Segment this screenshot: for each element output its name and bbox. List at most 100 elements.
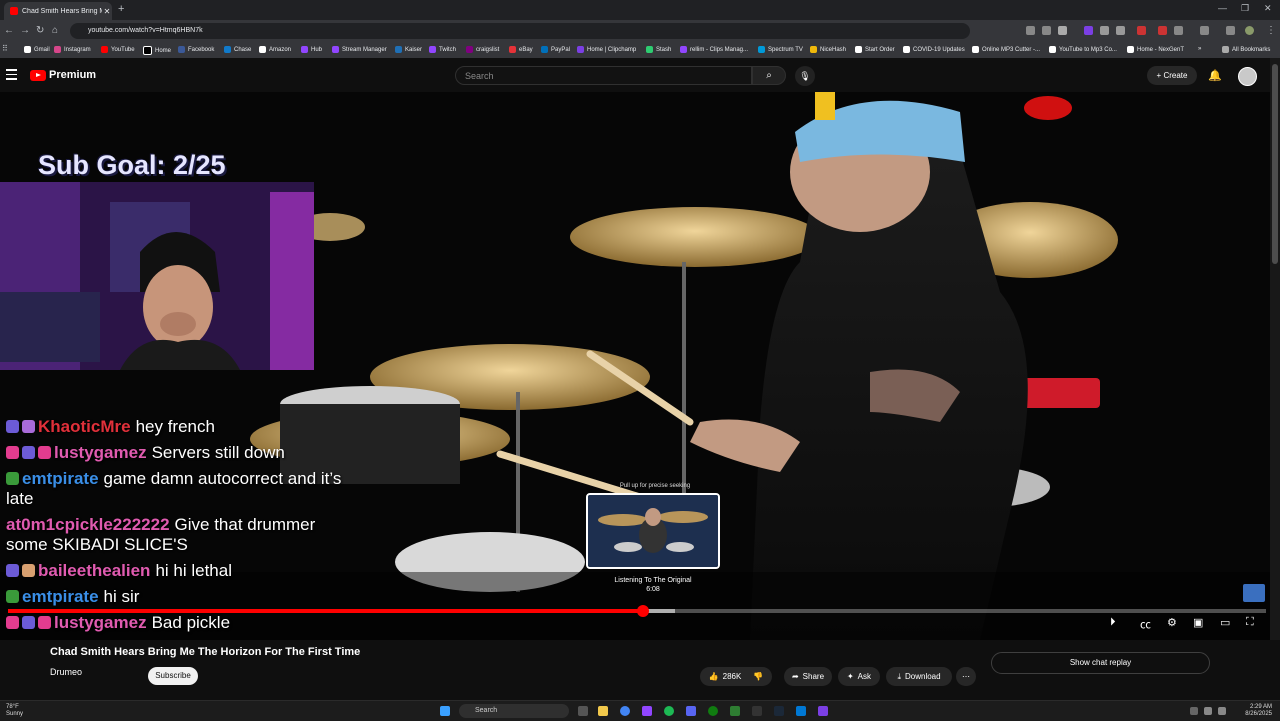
puzzle-icon[interactable] — [1174, 26, 1183, 35]
menu-icon[interactable] — [6, 69, 17, 83]
reload-icon[interactable]: ↻ — [36, 25, 44, 36]
system-clock[interactable]: 2:29 AM 8/26/2025 — [1237, 704, 1272, 718]
bookmark-item[interactable]: Amazon — [259, 46, 291, 53]
extension-icon[interactable] — [1084, 26, 1093, 35]
close-window-icon[interactable]: ✕ — [1264, 3, 1272, 14]
discord-icon[interactable] — [686, 706, 696, 716]
bookmark-item[interactable]: Start Order — [855, 46, 895, 53]
share-button[interactable]: ➦ Share — [784, 667, 832, 686]
close-tab-icon[interactable]: ✕ — [102, 7, 112, 16]
back-icon[interactable]: ← — [4, 25, 14, 36]
steam-icon[interactable] — [774, 706, 784, 716]
search-button[interactable]: ⌕ — [752, 66, 786, 85]
task-view-icon[interactable] — [578, 706, 588, 716]
bookmark-item[interactable]: Home - NexGenT — [1127, 46, 1184, 53]
chat-message: lustygamez Servers still down — [6, 443, 351, 463]
more-bookmarks-icon[interactable]: » — [1198, 46, 1201, 52]
twitch-icon[interactable] — [642, 706, 652, 716]
cast-icon[interactable] — [1026, 26, 1035, 35]
bookmark-item[interactable]: Gmail — [24, 46, 50, 53]
progress-bar[interactable] — [8, 605, 1266, 617]
like-count[interactable]: 286K — [723, 667, 742, 686]
thumbs-down-icon[interactable]: 👎 — [753, 667, 763, 686]
voice-search-button[interactable]: 🎙 — [795, 66, 815, 86]
forward-icon[interactable]: → — [20, 25, 30, 36]
minimize-icon[interactable]: — — [1218, 3, 1227, 13]
channel-watermark[interactable] — [1243, 584, 1265, 602]
bookmark-item[interactable]: PayPal — [541, 46, 570, 53]
channel-name[interactable]: Drumeo — [50, 667, 82, 677]
app-icon[interactable] — [730, 706, 740, 716]
all-bookmarks[interactable]: All Bookmarks — [1222, 46, 1270, 53]
bookmark-item[interactable]: eBay — [509, 46, 533, 53]
wifi-icon[interactable] — [1204, 707, 1212, 715]
bookmark-item[interactable]: COVID-19 Updates — [903, 46, 965, 53]
tray-icon[interactable] — [1190, 707, 1198, 715]
bookmark-item[interactable]: YouTube to Mp3 Co... — [1049, 46, 1117, 53]
ask-button[interactable]: ✦ Ask — [838, 667, 880, 686]
file-explorer-icon[interactable] — [598, 706, 608, 716]
page-scrollbar[interactable] — [1270, 58, 1280, 698]
theater-mode-icon[interactable]: ▭ — [1220, 616, 1230, 629]
bookmark-item[interactable]: Facebook — [178, 46, 214, 53]
download-button[interactable]: ⤓ Download — [886, 667, 952, 686]
app-icon[interactable] — [818, 706, 828, 716]
bookmark-item[interactable]: Home | Clipchamp — [577, 46, 636, 53]
thumbs-up-icon[interactable]: 👍 — [709, 667, 719, 686]
address-bar[interactable]: youtube.com/watch?v=Htmq6HBN7k — [70, 23, 970, 39]
bookmark-item[interactable]: Stream Manager — [332, 46, 387, 53]
video-player[interactable]: Sub Goal: 2/25 KhaoticMre hey french lusty… — [0, 92, 1270, 640]
bookmark-item[interactable]: Stash — [646, 46, 671, 53]
bookmark-item[interactable]: YouTube — [101, 46, 135, 53]
more-actions-button[interactable]: ⋯ — [956, 667, 976, 686]
browser-tab[interactable]: Chad Smith Hears Bring Me... ✕ — [4, 2, 112, 20]
extension-icon[interactable] — [1116, 26, 1125, 35]
notifications-bell-icon[interactable]: 🔔 — [1208, 69, 1222, 82]
bookmark-item[interactable]: Hub — [301, 46, 322, 53]
profile-icon[interactable] — [1245, 26, 1254, 35]
extension-icon[interactable] — [1137, 26, 1146, 35]
extension-icon[interactable] — [1158, 26, 1167, 35]
spotify-icon[interactable] — [664, 706, 674, 716]
new-tab-icon[interactable]: + — [118, 3, 124, 15]
taskbar-search[interactable]: Search — [459, 704, 569, 718]
bookmark-item[interactable]: NiceHash — [810, 46, 846, 53]
apps-icon[interactable]: ⠿ — [2, 44, 8, 53]
fullscreen-icon[interactable]: ⛶ — [1246, 616, 1254, 629]
zoom-icon[interactable] — [1042, 26, 1051, 35]
miniplayer-icon[interactable]: ▣ — [1193, 616, 1203, 629]
bookmark-item[interactable]: rellim - Clips Manag... — [680, 46, 748, 53]
bookmark-item[interactable]: craigslist — [466, 46, 499, 53]
scrollbar-thumb[interactable] — [1272, 64, 1278, 264]
create-button[interactable]: + Create — [1147, 66, 1197, 85]
xbox-icon[interactable] — [708, 706, 718, 716]
app-icon[interactable] — [796, 706, 806, 716]
show-chat-replay-button[interactable]: Show chat replay — [991, 652, 1210, 674]
star-icon[interactable] — [1058, 26, 1067, 35]
maximize-icon[interactable]: ❐ — [1241, 3, 1249, 14]
sidepanel-icon[interactable] — [1200, 26, 1209, 35]
avatar[interactable] — [1238, 67, 1257, 86]
settings-gear-icon[interactable]: ⚙ — [1167, 616, 1177, 629]
weather-widget[interactable]: 78°F Sunny — [6, 704, 23, 718]
download-icon[interactable] — [1226, 26, 1235, 35]
volume-icon[interactable] — [1218, 707, 1226, 715]
captions-icon[interactable]: ㏄ — [1140, 616, 1151, 632]
bookmark-item[interactable]: Kaiser — [395, 46, 422, 53]
bookmark-item[interactable]: Instagram — [54, 46, 91, 53]
menu-icon[interactable]: ⋮ — [1266, 25, 1276, 36]
start-icon[interactable] — [440, 706, 450, 716]
extension-icon[interactable] — [1100, 26, 1109, 35]
chrome-icon[interactable] — [620, 706, 630, 716]
bookmark-item[interactable]: Spectrum TV — [758, 46, 803, 53]
autoplay-toggle-icon[interactable]: ⏵ — [1110, 616, 1116, 629]
search-input[interactable]: Search — [455, 66, 752, 85]
bookmark-item[interactable]: Chase — [224, 46, 251, 53]
app-icon[interactable] — [752, 706, 762, 716]
bookmark-item[interactable]: Online MP3 Cutter -... — [972, 46, 1040, 53]
bookmark-item[interactable]: Twitch — [429, 46, 456, 53]
home-icon[interactable]: ⌂ — [52, 25, 58, 36]
youtube-logo[interactable]: Premium — [30, 69, 96, 81]
subscribe-button[interactable]: Subscribe — [148, 667, 198, 685]
bookmark-item[interactable]: Home — [143, 46, 171, 55]
